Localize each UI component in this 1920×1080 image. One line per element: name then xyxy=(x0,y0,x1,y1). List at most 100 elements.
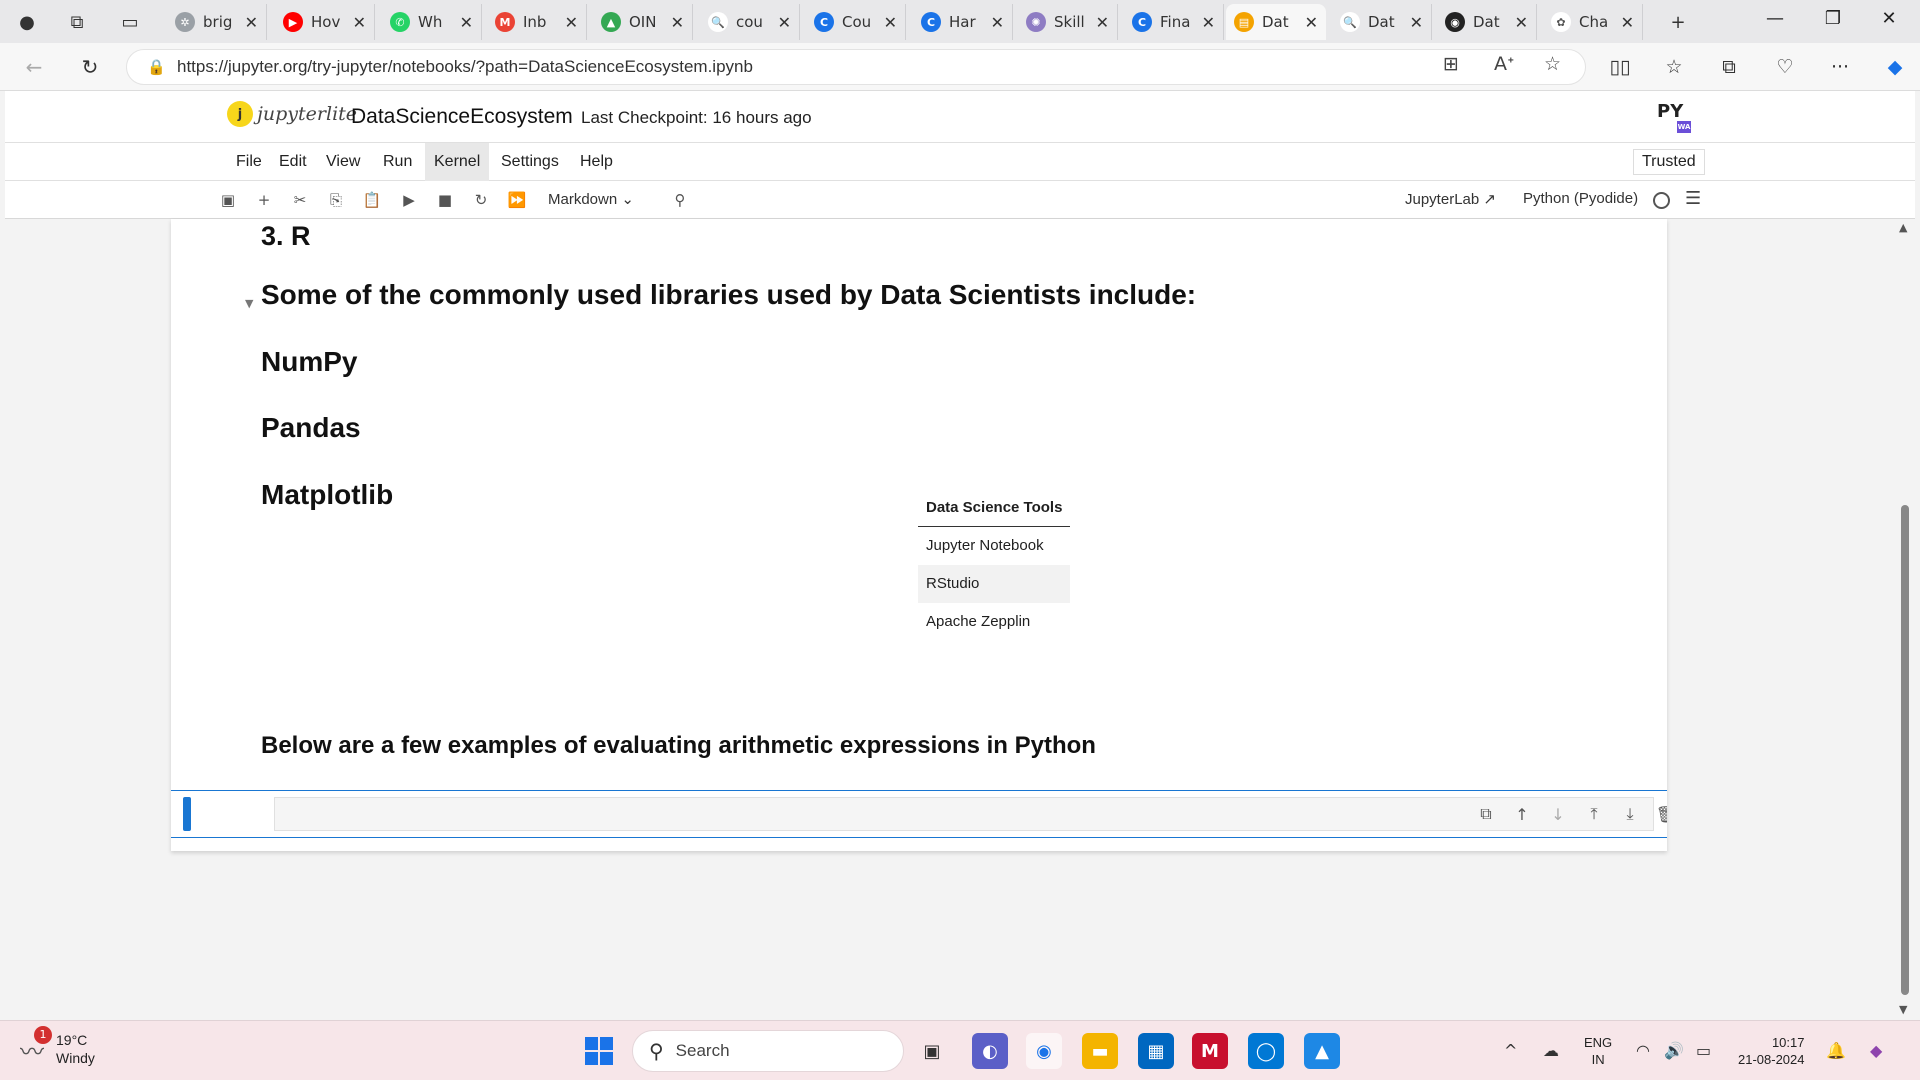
app-available-icon[interactable]: ⊞ xyxy=(1443,53,1459,75)
copy-icon[interactable]: ⎘ xyxy=(325,189,347,211)
browser-tab[interactable]: 🔍 Dat ✕ xyxy=(1332,4,1432,40)
insert-above-icon[interactable]: ⤒ xyxy=(1583,803,1605,825)
split-screen-icon[interactable]: ▯▯ xyxy=(1605,53,1635,81)
duplicate-cell-icon[interactable]: ⧉ xyxy=(1475,803,1497,825)
cell-type-dropdown[interactable]: Markdown ⌄ xyxy=(548,190,634,208)
copilot-icon[interactable]: ◆ xyxy=(1880,53,1910,81)
clock[interactable]: 10:17 21-08-2024 xyxy=(1738,1034,1805,1068)
edge-icon[interactable]: ◉ xyxy=(1026,1033,1062,1069)
menu-file[interactable]: File xyxy=(227,143,271,181)
insert-cell-icon[interactable]: + xyxy=(253,189,275,211)
cell-input-editor[interactable] xyxy=(274,797,1654,831)
tab-actions-icon[interactable]: ▭ xyxy=(117,9,143,35)
menu-kernel[interactable]: Kernel xyxy=(425,143,490,181)
move-down-icon[interactable]: ↓ xyxy=(1547,803,1569,825)
hamburger-menu-icon[interactable]: ☰ xyxy=(1685,188,1701,209)
close-tab-icon[interactable]: ✕ xyxy=(245,13,258,32)
jupyterlite-logo[interactable]: j jupyterlite xyxy=(227,101,357,127)
onedrive-icon[interactable]: ☁ xyxy=(1543,1041,1559,1060)
favorites-icon[interactable]: ☆ xyxy=(1659,53,1689,81)
menu-help[interactable]: Help xyxy=(571,143,622,181)
read-aloud-icon[interactable]: Aᐩ xyxy=(1494,53,1514,75)
volume-icon[interactable]: 🔊 xyxy=(1664,1041,1684,1060)
menu-run[interactable]: Run xyxy=(374,143,421,181)
taskbar-search[interactable]: ⚲ Search xyxy=(632,1030,904,1072)
browser-essentials-icon[interactable]: ♡ xyxy=(1770,53,1800,81)
close-tab-icon[interactable]: ✕ xyxy=(778,13,791,32)
new-tab-button[interactable]: + xyxy=(1665,9,1691,35)
close-tab-icon[interactable]: ✕ xyxy=(1621,13,1634,32)
browser-tab[interactable]: C Cou ✕ xyxy=(806,4,906,40)
browser-tab[interactable]: M Inb ✕ xyxy=(487,4,587,40)
save-icon[interactable]: ▣ xyxy=(217,189,239,211)
run-all-icon[interactable]: ⏩ xyxy=(506,189,528,211)
browser-tab[interactable]: C Fina ✕ xyxy=(1124,4,1224,40)
browser-tab[interactable]: ✿ Cha ✕ xyxy=(1543,4,1643,40)
start-button[interactable] xyxy=(585,1037,613,1065)
show-hidden-icons[interactable]: ^ xyxy=(1504,1041,1517,1060)
browser-tab[interactable]: C Har ✕ xyxy=(913,4,1013,40)
mcafee-icon[interactable]: M xyxy=(1192,1033,1228,1069)
profile-icon[interactable]: ● xyxy=(14,9,40,35)
close-tab-icon[interactable]: ✕ xyxy=(1305,13,1318,32)
browser-tab[interactable]: 🔍 cou ✕ xyxy=(700,4,800,40)
paste-icon[interactable]: 📋 xyxy=(361,189,383,211)
favorite-star-icon[interactable]: ☆ xyxy=(1544,53,1561,75)
active-code-cell[interactable]: ⧉ ↑ ↓ ⤒ ⤓ 🗑 xyxy=(171,790,1667,838)
jupyterlab-link[interactable]: JupyterLab ↗ xyxy=(1405,190,1496,208)
browser-tab[interactable]: ✆ Wh ✕ xyxy=(382,4,482,40)
trusted-indicator[interactable]: Trusted xyxy=(1633,149,1705,175)
stop-icon[interactable]: ■ xyxy=(434,189,456,211)
url-field[interactable]: 🔒 https://jupyter.org/try-jupyter/notebo… xyxy=(126,49,1586,85)
menu-edit[interactable]: Edit xyxy=(270,143,316,181)
notifications-bell-icon[interactable]: 🔔 xyxy=(1826,1041,1846,1060)
delete-cell-icon[interactable]: 🗑 xyxy=(1655,803,1667,825)
collections-icon[interactable]: ⧉ xyxy=(1714,53,1744,81)
menu-view[interactable]: View xyxy=(317,143,369,181)
close-tab-icon[interactable]: ✕ xyxy=(353,13,366,32)
close-tab-icon[interactable]: ✕ xyxy=(1096,13,1109,32)
scroll-down-icon[interactable]: ▼ xyxy=(1899,1003,1907,1016)
scrollbar-thumb[interactable] xyxy=(1901,505,1909,995)
file-explorer-icon[interactable]: ▬ xyxy=(1082,1033,1118,1069)
more-options-icon[interactable]: ··· xyxy=(1825,53,1855,81)
close-tab-icon[interactable]: ✕ xyxy=(460,13,473,32)
photos-icon[interactable]: ▲ xyxy=(1304,1033,1340,1069)
run-icon[interactable]: ▶ xyxy=(398,189,420,211)
close-tab-icon[interactable]: ✕ xyxy=(1515,13,1528,32)
language-indicator[interactable]: ENG IN xyxy=(1584,1034,1612,1068)
collapse-caret-icon[interactable]: ▼ xyxy=(245,297,253,310)
workspaces-icon[interactable]: ⧉ xyxy=(64,9,90,35)
restore-icon[interactable]: ❐ xyxy=(1818,8,1848,29)
move-up-icon[interactable]: ↑ xyxy=(1511,803,1533,825)
teams-icon[interactable]: ◐ xyxy=(972,1033,1008,1069)
cortana-icon[interactable]: ◯ xyxy=(1248,1033,1284,1069)
back-icon[interactable]: ← xyxy=(20,53,48,81)
task-view-icon[interactable]: ▣ xyxy=(914,1033,950,1069)
scroll-up-icon[interactable]: ▲ xyxy=(1899,221,1907,234)
browser-tab[interactable]: ◉ Dat ✕ xyxy=(1437,4,1537,40)
browser-tab[interactable]: ✺ Skill ✕ xyxy=(1018,4,1118,40)
restart-icon[interactable]: ↻ xyxy=(470,189,492,211)
browser-tab[interactable]: ▤ Dat ✕ xyxy=(1226,4,1326,40)
close-tab-icon[interactable]: ✕ xyxy=(565,13,578,32)
cut-icon[interactable]: ✂ xyxy=(289,189,311,211)
close-tab-icon[interactable]: ✕ xyxy=(1410,13,1423,32)
copilot-taskbar-icon[interactable]: ◆ xyxy=(1870,1041,1882,1060)
browser-tab[interactable]: ▶ Hov ✕ xyxy=(275,4,375,40)
notebook-title[interactable]: DataScienceEcosystem xyxy=(351,105,573,129)
store-icon[interactable]: ▦ xyxy=(1138,1033,1174,1069)
close-tab-icon[interactable]: ✕ xyxy=(991,13,1004,32)
close-tab-icon[interactable]: ✕ xyxy=(884,13,897,32)
menu-settings[interactable]: Settings xyxy=(492,143,568,181)
kernel-name[interactable]: Python (Pyodide) xyxy=(1523,190,1638,207)
debugger-icon[interactable]: ⚲ xyxy=(669,189,691,211)
wifi-icon[interactable]: ◠ xyxy=(1636,1041,1650,1060)
battery-icon[interactable]: ▭ xyxy=(1696,1041,1711,1060)
close-window-icon[interactable]: ✕ xyxy=(1874,8,1904,29)
weather-widget[interactable]: 〰 1 19°C Windy xyxy=(20,1025,95,1067)
close-tab-icon[interactable]: ✕ xyxy=(671,13,684,32)
close-tab-icon[interactable]: ✕ xyxy=(1202,13,1215,32)
insert-below-icon[interactable]: ⤓ xyxy=(1619,803,1641,825)
browser-tab[interactable]: ✲ brig ✕ xyxy=(167,4,267,40)
